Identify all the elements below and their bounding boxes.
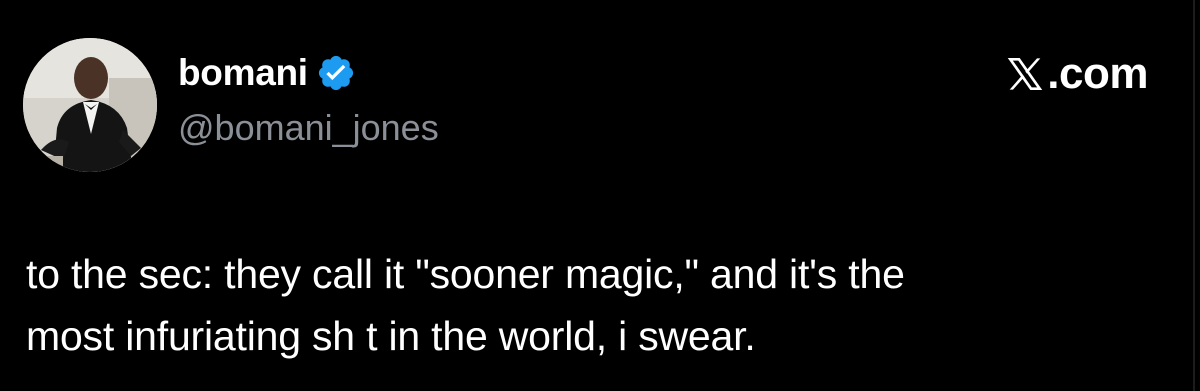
- tweet-text-line-1: to the sec: they call it "sooner magic,"…: [26, 251, 905, 297]
- display-name[interactable]: bomani: [178, 50, 308, 96]
- verified-badge-icon: [316, 53, 356, 93]
- author-name-row[interactable]: bomani: [178, 50, 356, 96]
- x-logo-icon: [1005, 54, 1045, 94]
- avatar[interactable]: [23, 38, 157, 172]
- brand-mark: .com: [1005, 49, 1148, 98]
- tweet-text: to the sec: they call it "sooner magic,"…: [26, 243, 1146, 367]
- tweet-text-line-2: most infuriating sh t in the world, i sw…: [26, 313, 756, 359]
- brand-domain: .com: [1047, 49, 1148, 98]
- author-handle[interactable]: @bomani_jones: [178, 106, 439, 150]
- tweet-card: bomani @bomani_jones .com to the sec: th…: [0, 0, 1200, 391]
- avatar-image: [23, 38, 157, 172]
- edge-divider: [1193, 0, 1195, 391]
